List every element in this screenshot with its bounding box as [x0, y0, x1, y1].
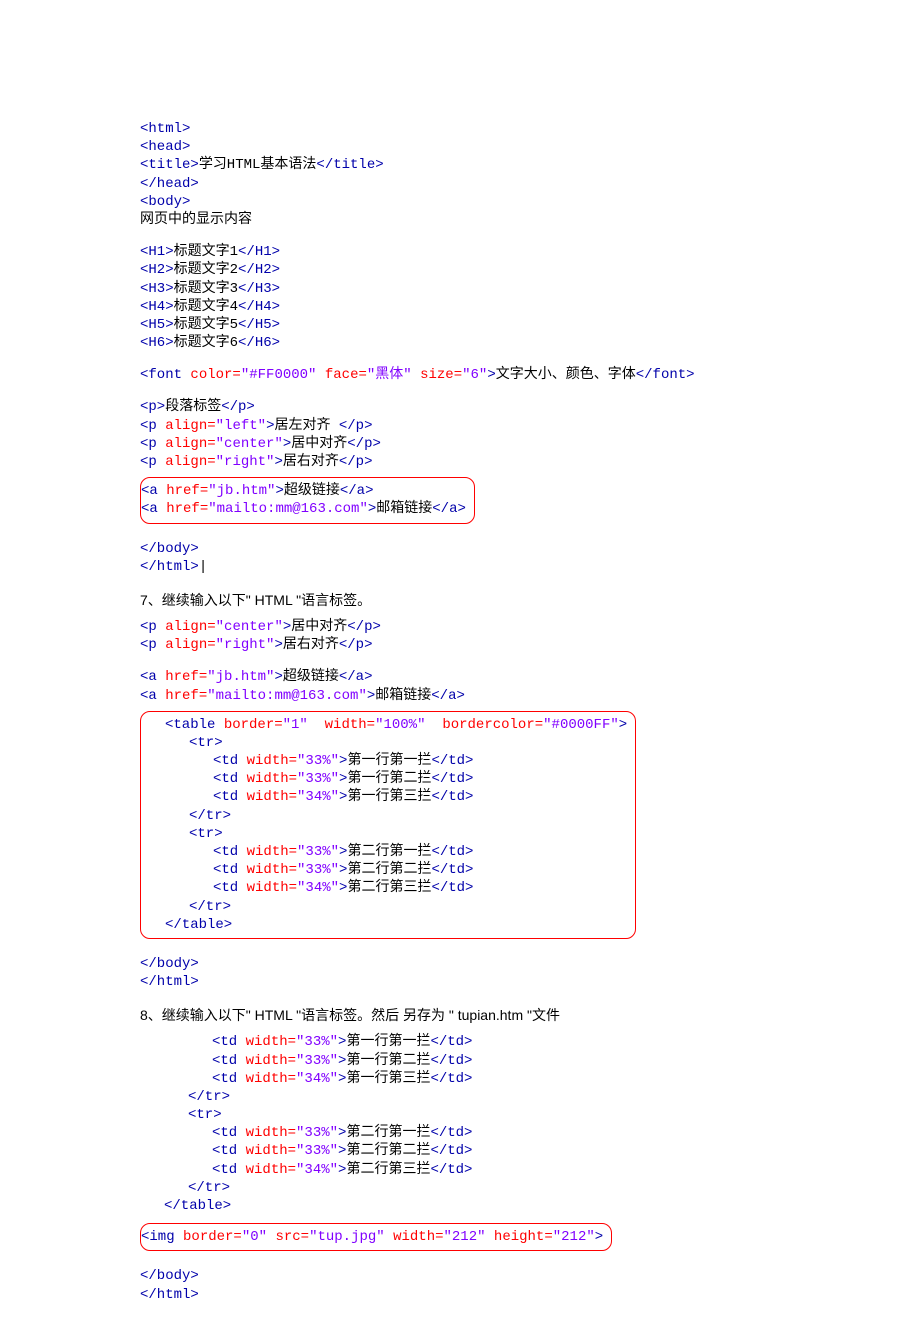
- code-line: <p align="center">居中对齐</p>: [140, 618, 780, 636]
- code-line: </table>: [141, 916, 627, 934]
- code-line: <H6>标题文字6</H6>: [140, 334, 780, 352]
- code-line: <H1>标题文字1</H1>: [140, 243, 780, 261]
- code-line: <p align="right">居右对齐</p>: [140, 453, 780, 471]
- code-line: </tr>: [141, 898, 627, 916]
- code-line: <td width="33%">第二行第一拦</td>: [140, 1124, 780, 1142]
- code-line: <img border="0" src="tup.jpg" width="212…: [141, 1228, 603, 1246]
- code-line: <p align="left">居左对齐 </p>: [140, 417, 780, 435]
- code-line: </html>: [140, 973, 780, 991]
- code-line: <tr>: [141, 734, 627, 752]
- code-line: <font color="#FF0000" face="黑体" size="6"…: [140, 366, 780, 384]
- code-line: </tr>: [140, 1088, 780, 1106]
- highlight-box-img: <img border="0" src="tup.jpg" width="212…: [140, 1223, 612, 1251]
- code-line: </body>: [140, 540, 780, 558]
- code-line: <H2>标题文字2</H2>: [140, 261, 780, 279]
- code-line: <td width="33%">第二行第二拦</td>: [141, 861, 627, 879]
- code-line: </html>|: [140, 558, 780, 576]
- code-line: <table border="1" width="100%" bordercol…: [141, 716, 627, 734]
- code-line: <tr>: [141, 825, 627, 843]
- code-line: <H4>标题文字4</H4>: [140, 298, 780, 316]
- code-line: <a href="mailto:mm@163.com">邮箱链接</a>: [140, 687, 780, 705]
- highlight-box-table: <table border="1" width="100%" bordercol…: [140, 711, 636, 939]
- document-page: <html> <head> <title>学习HTML基本语法</title> …: [0, 0, 920, 1344]
- code-line: <td width="34%">第一行第三拦</td>: [140, 1070, 780, 1088]
- code-line: <body>: [140, 193, 780, 211]
- code-line: <td width="33%">第一行第一拦</td>: [140, 1033, 780, 1051]
- code-line: <H5>标题文字5</H5>: [140, 316, 780, 334]
- code-line: </tr>: [141, 807, 627, 825]
- code-line: <p>段落标签</p>: [140, 398, 780, 416]
- code-line: <a href="jb.htm">超级链接</a>: [140, 668, 780, 686]
- code-line: 网页中的显示内容: [140, 211, 780, 229]
- step-7-label: 7、继续输入以下" HTML "语言标签。: [140, 590, 780, 610]
- code-line: <a href="mailto:mm@163.com">邮箱链接</a>: [141, 500, 466, 518]
- code-line: </head>: [140, 175, 780, 193]
- code-line: <a href="jb.htm">超级链接</a>: [141, 482, 466, 500]
- code-line: <td width="34%">第一行第三拦</td>: [141, 788, 627, 806]
- code-line: </body>: [140, 955, 780, 973]
- code-line: <head>: [140, 138, 780, 156]
- code-line: <td width="34%">第二行第三拦</td>: [141, 879, 627, 897]
- code-line: <title>学习HTML基本语法</title>: [140, 156, 780, 174]
- code-line: </table>: [140, 1197, 780, 1215]
- code-line: <td width="33%">第一行第二拦</td>: [140, 1052, 780, 1070]
- code-line: <td width="33%">第一行第二拦</td>: [141, 770, 627, 788]
- step-8-label: 8、继续输入以下" HTML "语言标签。然后 另存为 " tupian.htm…: [140, 1005, 780, 1025]
- code-line: <p align="center">居中对齐</p>: [140, 435, 780, 453]
- code-line: <td width="34%">第二行第三拦</td>: [140, 1161, 780, 1179]
- code-line: <p align="right">居右对齐</p>: [140, 636, 780, 654]
- code-line: <td width="33%">第二行第一拦</td>: [141, 843, 627, 861]
- code-line: </tr>: [140, 1179, 780, 1197]
- code-line: <td width="33%">第二行第二拦</td>: [140, 1142, 780, 1160]
- highlight-box-links: <a href="jb.htm">超级链接</a> <a href="mailt…: [140, 477, 475, 523]
- code-line: </body>: [140, 1267, 780, 1285]
- code-line: <tr>: [140, 1106, 780, 1124]
- code-line: <html>: [140, 120, 780, 138]
- code-line: <td width="33%">第一行第一拦</td>: [141, 752, 627, 770]
- code-line: <H3>标题文字3</H3>: [140, 280, 780, 298]
- code-line: </html>: [140, 1286, 780, 1304]
